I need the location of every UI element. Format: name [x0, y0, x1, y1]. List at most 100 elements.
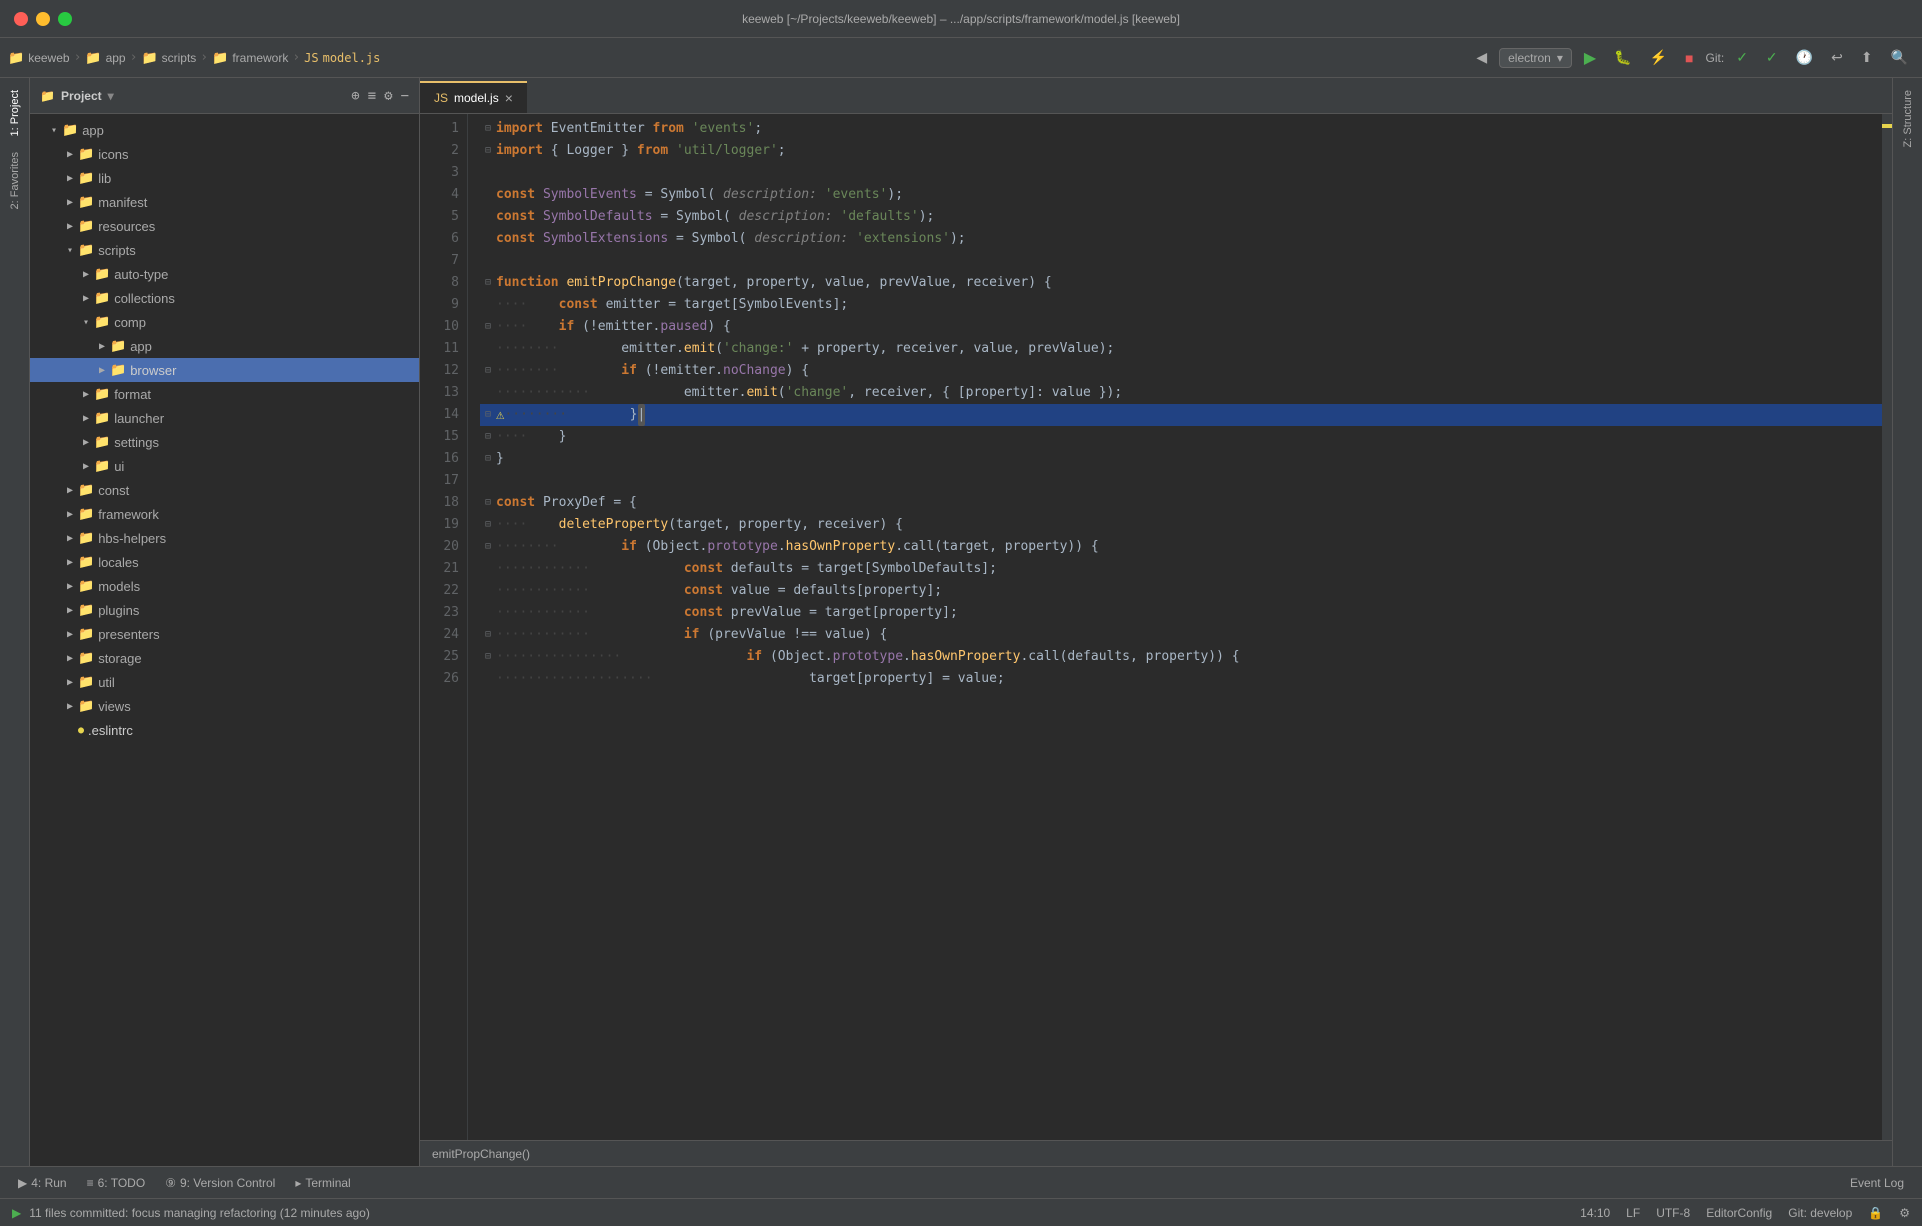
minimize-button[interactable] — [36, 12, 50, 26]
tree-item-manifest[interactable]: ▶ 📁 manifest — [30, 190, 419, 214]
status-git-branch[interactable]: Git: develop — [1788, 1206, 1852, 1220]
close-tab-button[interactable]: × — [505, 90, 513, 106]
git-check-button[interactable]: ✓ — [1730, 45, 1754, 70]
debug-button[interactable]: 🐛 — [1608, 45, 1637, 70]
code-line-1: ⊟ import EventEmitter from 'events'; — [480, 118, 1882, 140]
status-commit-msg: 11 files committed: focus managing refac… — [29, 1206, 370, 1220]
tree-item-settings[interactable]: ▶ 📁 settings — [30, 430, 419, 454]
arrow-resources: ▶ — [62, 221, 78, 232]
tree-item-scripts[interactable]: ▾ 📁 scripts — [30, 238, 419, 262]
js-file-icon: JS — [304, 51, 318, 65]
code-line-7 — [480, 250, 1882, 272]
tree-item-auto-type[interactable]: ▶ 📁 auto-type — [30, 262, 419, 286]
fold-18[interactable]: ⊟ — [480, 492, 496, 514]
vc-panel-button[interactable]: ⑨ 9: Version Control — [157, 1172, 283, 1194]
status-time: 14:10 — [1580, 1206, 1610, 1220]
bottom-bar: ▶ 4: Run ≡ 6: TODO ⑨ 9: Version Control … — [0, 1166, 1922, 1198]
locate-icon[interactable]: ⊕ — [351, 88, 359, 104]
tree-item-resources[interactable]: ▶ 📁 resources — [30, 214, 419, 238]
right-side-tab-structure[interactable]: Z: Structure — [1898, 82, 1918, 155]
code-line-10: ⊟ ···· if (!emitter.paused) { — [480, 316, 1882, 338]
git-history-button[interactable]: 🕐 — [1790, 45, 1819, 70]
code-line-13: ············ emitter.emit('change', rece… — [480, 382, 1882, 404]
window-controls[interactable] — [14, 12, 72, 26]
git-label: Git: — [1706, 51, 1725, 65]
breadcrumb-label-framework: framework — [232, 51, 288, 65]
tree-item-eslintrc[interactable]: ▶ ● .eslintrc — [30, 718, 419, 742]
side-tab-favorites[interactable]: 2: Favorites — [5, 144, 25, 217]
tree-label-browser: browser — [130, 363, 176, 378]
search-button[interactable]: 🔍 — [1885, 45, 1914, 70]
tree-item-browser[interactable]: ▶ 📁 browser — [30, 358, 419, 382]
breadcrumb-item-scripts[interactable]: 📁 scripts — [141, 50, 196, 66]
fold-2[interactable]: ⊟ — [480, 140, 496, 162]
git-check2-button[interactable]: ✓ — [1760, 45, 1784, 70]
collapse-icon[interactable]: ≡ — [368, 88, 376, 104]
fold-8[interactable]: ⊟ — [480, 272, 496, 294]
fold-10[interactable]: ⊟ — [480, 316, 496, 338]
coverage-button[interactable]: ⚡ — [1644, 45, 1673, 70]
close-button[interactable] — [14, 12, 28, 26]
tree-item-hbs-helpers[interactable]: ▶ 📁 hbs-helpers — [30, 526, 419, 550]
tree-item-framework[interactable]: ▶ 📁 framework — [30, 502, 419, 526]
status-charset[interactable]: UTF-8 — [1656, 1206, 1690, 1220]
folder-icon-auto-type: 📁 — [94, 267, 110, 282]
code-line-14: ⊟ ⚠ ········ }| — [480, 404, 1882, 426]
breadcrumb-item-app[interactable]: 📁 app — [85, 50, 125, 66]
stop-button[interactable]: ■ — [1679, 46, 1699, 70]
fold-16[interactable]: ⊟ — [480, 448, 496, 470]
tree-label-collections: collections — [114, 291, 175, 306]
event-log-button[interactable]: Event Log — [1842, 1172, 1912, 1194]
tree-item-views[interactable]: ▶ 📁 views — [30, 694, 419, 718]
git-undo-button[interactable]: ↩ — [1825, 45, 1849, 70]
tree-item-util[interactable]: ▶ 📁 util — [30, 670, 419, 694]
editor-tab-model[interactable]: JS model.js × — [420, 81, 527, 113]
tree-item-icons[interactable]: ▶ 📁 icons — [30, 142, 419, 166]
tree-item-const[interactable]: ▶ 📁 const — [30, 478, 419, 502]
tree-item-models[interactable]: ▶ 📁 models — [30, 574, 419, 598]
tree-item-comp[interactable]: ▾ 📁 comp — [30, 310, 419, 334]
tree-item-launcher[interactable]: ▶ 📁 launcher — [30, 406, 419, 430]
breadcrumb-label-scripts: scripts — [162, 51, 197, 65]
fold-24[interactable]: ⊟ — [480, 624, 496, 646]
fold-1[interactable]: ⊟ — [480, 118, 496, 140]
terminal-panel-button[interactable]: ▸ Terminal — [287, 1172, 358, 1194]
fold-25[interactable]: ⊟ — [480, 646, 496, 668]
code-line-21: ············ const defaults = target[Sym… — [480, 558, 1882, 580]
tree-item-locales[interactable]: ▶ 📁 locales — [30, 550, 419, 574]
run-config-selector[interactable]: electron ▾ — [1499, 48, 1572, 68]
tree-item-lib[interactable]: ▶ 📁 lib — [30, 166, 419, 190]
arrow-auto-type: ▶ — [78, 269, 94, 280]
todo-panel-button[interactable]: ≡ 6: TODO — [79, 1172, 154, 1194]
tree-item-app2[interactable]: ▶ 📁 app — [30, 334, 419, 358]
fold-14[interactable]: ⊟ — [480, 404, 496, 426]
settings-icon[interactable]: ⚙ — [384, 88, 392, 104]
fold-15[interactable]: ⊟ — [480, 426, 496, 448]
breadcrumb-item-file[interactable]: JS model.js — [304, 51, 380, 65]
status-editorconfig[interactable]: EditorConfig — [1706, 1206, 1772, 1220]
code-line-25: ⊟ ················ if (Object.prototype.… — [480, 646, 1882, 668]
run-panel-button[interactable]: ▶ 4: Run — [10, 1172, 75, 1194]
fold-20[interactable]: ⊟ — [480, 536, 496, 558]
minimize-panel-icon[interactable]: − — [401, 88, 409, 104]
back-button[interactable]: ◀ — [1470, 45, 1493, 70]
tree-item-format[interactable]: ▶ 📁 format — [30, 382, 419, 406]
tree-item-collections[interactable]: ▶ 📁 collections — [30, 286, 419, 310]
status-encoding[interactable]: LF — [1626, 1206, 1640, 1220]
status-settings-icon[interactable]: ⚙ — [1899, 1206, 1910, 1220]
tree-item-presenters[interactable]: ▶ 📁 presenters — [30, 622, 419, 646]
tree-item-plugins[interactable]: ▶ 📁 plugins — [30, 598, 419, 622]
run-button[interactable]: ▶ — [1578, 44, 1602, 72]
code-content[interactable]: ⊟ import EventEmitter from 'events'; ⊟ i… — [468, 114, 1882, 1140]
tree-item-storage[interactable]: ▶ 📁 storage — [30, 646, 419, 670]
fold-19[interactable]: ⊟ — [480, 514, 496, 536]
tree-item-app[interactable]: ▾ 📁 app — [30, 118, 419, 142]
project-panel: 📁 Project ▾ ⊕ ≡ ⚙ − ▾ 📁 app ▶ — [30, 78, 420, 1166]
tree-item-ui[interactable]: ▶ 📁 ui — [30, 454, 419, 478]
breadcrumb-item-keeweb[interactable]: 📁 keeweb — [8, 50, 70, 66]
git-push-button[interactable]: ⬆ — [1855, 45, 1879, 70]
fold-12[interactable]: ⊟ — [480, 360, 496, 382]
breadcrumb-item-framework[interactable]: 📁 framework — [212, 50, 288, 66]
side-tab-project[interactable]: 1: Project — [5, 82, 25, 144]
maximize-button[interactable] — [58, 12, 72, 26]
